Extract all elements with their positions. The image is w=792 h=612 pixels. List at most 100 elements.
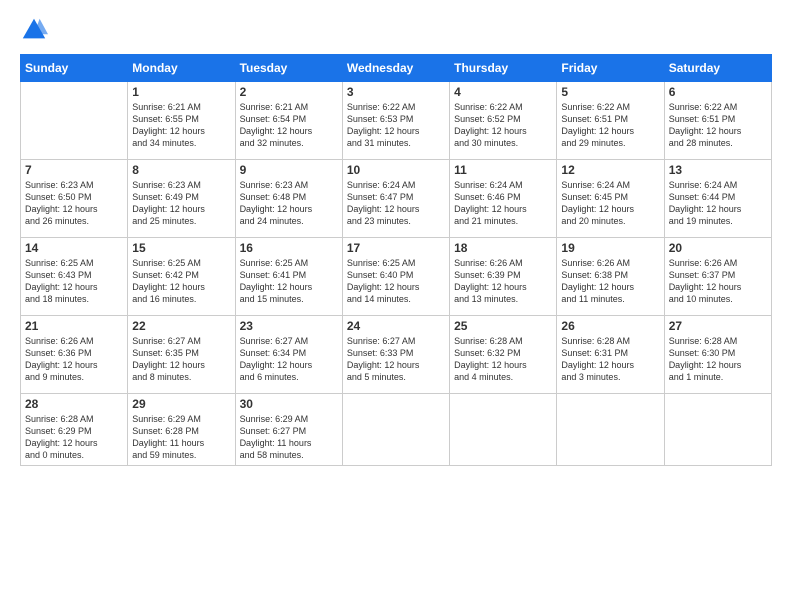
day-number: 27 [669,319,767,333]
calendar-cell: 23 Sunrise: 6:27 AM Sunset: 6:34 PM Dayli… [235,316,342,394]
calendar-cell: 7Sunrise: 6:23 AM Sunset: 6:50 PM Daylig… [21,160,128,238]
day-info: Sunrise: 6:26 AM Sunset: 6:38 PM Dayligh… [561,257,659,306]
day-info: Sunrise: 6:28 AM Sunset: 6:32 PM Dayligh… [454,335,552,384]
calendar-cell: 14Sunrise: 6:25 AM Sunset: 6:43 PM Dayli… [21,238,128,316]
calendar-cell: 21Sunrise: 6:26 AM Sunset: 6:36 PM Dayli… [21,316,128,394]
day-info: Sunrise: 6:24 AM Sunset: 6:45 PM Dayligh… [561,179,659,228]
day-number: 10 [347,163,445,177]
calendar-cell: 27 Sunrise: 6:28 AM Sunset: 6:30 PM Dayli… [664,316,771,394]
day-info: Sunrise: 6:26 AM Sunset: 6:39 PM Dayligh… [454,257,552,306]
day-number: 4 [454,85,552,99]
page: Sunday Monday Tuesday Wednesday Thursday… [0,0,792,612]
day-info: Sunrise: 6:24 AM Sunset: 6:47 PM Dayligh… [347,179,445,228]
day-info: Sunrise: 6:23 AM Sunset: 6:49 PM Dayligh… [132,179,230,228]
day-number: 26 [561,319,659,333]
day-info: Sunrise: 6:24 AM Sunset: 6:44 PM Dayligh… [669,179,767,228]
day-number: 22 [132,319,230,333]
day-number: 19 [561,241,659,255]
calendar-cell: 4 Sunrise: 6:22 AM Sunset: 6:52 PM Daylig… [450,82,557,160]
calendar-cell: 30 Sunrise: 6:29 AM Sunset: 6:27 PM Dayli… [235,394,342,466]
day-number: 11 [454,163,552,177]
week-row-2: 7Sunrise: 6:23 AM Sunset: 6:50 PM Daylig… [21,160,772,238]
calendar-header-row: Sunday Monday Tuesday Wednesday Thursday… [21,55,772,82]
day-info: Sunrise: 6:22 AM Sunset: 6:52 PM Dayligh… [454,101,552,150]
day-number: 2 [240,85,338,99]
day-number: 28 [25,397,123,411]
day-number: 20 [669,241,767,255]
header-sunday: Sunday [21,55,128,82]
calendar-cell [342,394,449,466]
day-number: 23 [240,319,338,333]
calendar-cell: 9Sunrise: 6:23 AM Sunset: 6:48 PM Daylig… [235,160,342,238]
day-number: 3 [347,85,445,99]
week-row-1: 1Sunrise: 6:21 AM Sunset: 6:55 PM Daylig… [21,82,772,160]
day-info: Sunrise: 6:21 AM Sunset: 6:54 PM Dayligh… [240,101,338,150]
calendar-cell: 5Sunrise: 6:22 AM Sunset: 6:51 PM Daylig… [557,82,664,160]
week-row-3: 14Sunrise: 6:25 AM Sunset: 6:43 PM Dayli… [21,238,772,316]
header-monday: Monday [128,55,235,82]
calendar-cell: 20 Sunrise: 6:26 AM Sunset: 6:37 PM Dayli… [664,238,771,316]
header-thursday: Thursday [450,55,557,82]
day-info: Sunrise: 6:25 AM Sunset: 6:41 PM Dayligh… [240,257,338,306]
day-info: Sunrise: 6:29 AM Sunset: 6:28 PM Dayligh… [132,413,230,462]
day-number: 12 [561,163,659,177]
day-number: 29 [132,397,230,411]
header [20,16,772,44]
day-number: 8 [132,163,230,177]
header-saturday: Saturday [664,55,771,82]
calendar-cell: 15 Sunrise: 6:25 AM Sunset: 6:42 PM Dayli… [128,238,235,316]
day-info: Sunrise: 6:25 AM Sunset: 6:40 PM Dayligh… [347,257,445,306]
day-number: 30 [240,397,338,411]
day-info: Sunrise: 6:28 AM Sunset: 6:30 PM Dayligh… [669,335,767,384]
header-tuesday: Tuesday [235,55,342,82]
calendar-cell: 16 Sunrise: 6:25 AM Sunset: 6:41 PM Dayli… [235,238,342,316]
calendar-cell [664,394,771,466]
calendar-cell [21,82,128,160]
day-info: Sunrise: 6:23 AM Sunset: 6:50 PM Dayligh… [25,179,123,228]
day-info: Sunrise: 6:28 AM Sunset: 6:31 PM Dayligh… [561,335,659,384]
calendar-cell: 12 Sunrise: 6:24 AM Sunset: 6:45 PM Dayli… [557,160,664,238]
day-number: 25 [454,319,552,333]
logo [20,16,50,44]
day-info: Sunrise: 6:22 AM Sunset: 6:53 PM Dayligh… [347,101,445,150]
header-friday: Friday [557,55,664,82]
week-row-5: 28 Sunrise: 6:28 AM Sunset: 6:29 PM Dayli… [21,394,772,466]
day-info: Sunrise: 6:26 AM Sunset: 6:37 PM Dayligh… [669,257,767,306]
calendar-cell: 22 Sunrise: 6:27 AM Sunset: 6:35 PM Dayli… [128,316,235,394]
calendar-cell: 26 Sunrise: 6:28 AM Sunset: 6:31 PM Dayli… [557,316,664,394]
day-info: Sunrise: 6:28 AM Sunset: 6:29 PM Dayligh… [25,413,123,462]
calendar: Sunday Monday Tuesday Wednesday Thursday… [20,54,772,466]
day-number: 16 [240,241,338,255]
day-info: Sunrise: 6:26 AM Sunset: 6:36 PM Dayligh… [25,335,123,384]
day-info: Sunrise: 6:25 AM Sunset: 6:42 PM Dayligh… [132,257,230,306]
day-info: Sunrise: 6:27 AM Sunset: 6:35 PM Dayligh… [132,335,230,384]
calendar-cell [450,394,557,466]
day-number: 17 [347,241,445,255]
calendar-cell: 17 Sunrise: 6:25 AM Sunset: 6:40 PM Dayli… [342,238,449,316]
day-number: 24 [347,319,445,333]
day-number: 5 [561,85,659,99]
day-number: 15 [132,241,230,255]
day-number: 14 [25,241,123,255]
day-info: Sunrise: 6:27 AM Sunset: 6:33 PM Dayligh… [347,335,445,384]
day-info: Sunrise: 6:24 AM Sunset: 6:46 PM Dayligh… [454,179,552,228]
day-number: 18 [454,241,552,255]
calendar-cell: 10 Sunrise: 6:24 AM Sunset: 6:47 PM Dayli… [342,160,449,238]
week-row-4: 21Sunrise: 6:26 AM Sunset: 6:36 PM Dayli… [21,316,772,394]
calendar-cell: 13 Sunrise: 6:24 AM Sunset: 6:44 PM Dayli… [664,160,771,238]
calendar-cell: 11 Sunrise: 6:24 AM Sunset: 6:46 PM Dayli… [450,160,557,238]
calendar-cell: 2 Sunrise: 6:21 AM Sunset: 6:54 PM Daylig… [235,82,342,160]
day-number: 13 [669,163,767,177]
calendar-cell: 19 Sunrise: 6:26 AM Sunset: 6:38 PM Dayli… [557,238,664,316]
calendar-cell: 28 Sunrise: 6:28 AM Sunset: 6:29 PM Dayli… [21,394,128,466]
day-number: 6 [669,85,767,99]
day-info: Sunrise: 6:29 AM Sunset: 6:27 PM Dayligh… [240,413,338,462]
calendar-cell: 25 Sunrise: 6:28 AM Sunset: 6:32 PM Dayli… [450,316,557,394]
calendar-cell: 6Sunrise: 6:22 AM Sunset: 6:51 PM Daylig… [664,82,771,160]
calendar-cell: 24 Sunrise: 6:27 AM Sunset: 6:33 PM Dayli… [342,316,449,394]
header-wednesday: Wednesday [342,55,449,82]
day-info: Sunrise: 6:23 AM Sunset: 6:48 PM Dayligh… [240,179,338,228]
calendar-cell: 3 Sunrise: 6:22 AM Sunset: 6:53 PM Daylig… [342,82,449,160]
calendar-cell: 29 Sunrise: 6:29 AM Sunset: 6:28 PM Dayli… [128,394,235,466]
day-info: Sunrise: 6:27 AM Sunset: 6:34 PM Dayligh… [240,335,338,384]
